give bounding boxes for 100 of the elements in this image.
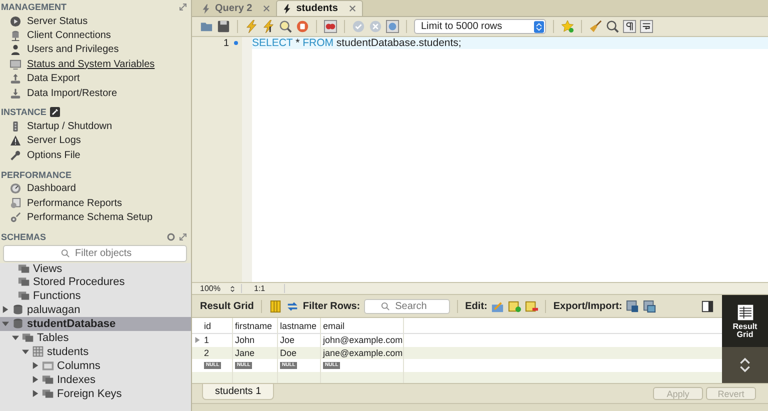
stepper-icon[interactable]	[230, 284, 235, 292]
database-icon	[10, 30, 21, 42]
folder-icon	[42, 388, 54, 400]
import-icon[interactable]	[643, 300, 656, 312]
auto-commit-icon[interactable]	[386, 20, 399, 33]
disclosure-triangle-icon[interactable]	[32, 390, 39, 398]
toggle-icon[interactable]	[324, 20, 337, 33]
pilcrow-icon[interactable]	[623, 20, 636, 33]
download-icon	[10, 88, 21, 99]
result-grid-button[interactable]: Result Grid	[722, 295, 768, 347]
close-icon[interactable]	[348, 5, 356, 12]
filter-field[interactable]: Filter objects	[3, 244, 187, 262]
tree-row[interactable]: Foreign Keys	[0, 386, 191, 401]
search-icon[interactable]	[606, 20, 619, 33]
sidebar-link[interactable]: Status and System Variables	[27, 58, 155, 70]
stepper-icon	[534, 20, 544, 32]
panel-toggle-icon[interactable]	[701, 300, 714, 312]
tree-item[interactable]: Stored Procedures	[33, 276, 125, 288]
lightning-icon[interactable]	[245, 20, 258, 33]
expand-icon[interactable]	[179, 3, 187, 11]
section-title: SCHEMAS	[1, 232, 48, 242]
disclosure-triangle-icon[interactable]	[32, 376, 39, 384]
folder-icon	[42, 374, 54, 386]
person-icon	[10, 44, 21, 56]
sidebar-link[interactable]: Users and Privileges	[27, 44, 119, 56]
export-icon[interactable]	[626, 300, 640, 312]
tree-row[interactable]: studentDatabase	[0, 316, 191, 331]
columns-folder-icon	[42, 360, 54, 372]
grid-icon	[736, 304, 754, 320]
filter-label: Filter Rows:	[302, 300, 360, 312]
tree-row[interactable]: Indexes	[0, 372, 191, 387]
database-icon	[12, 304, 24, 316]
columns-icon[interactable]	[268, 300, 282, 312]
edit-label: Edit:	[465, 300, 488, 312]
sidebar-link[interactable]: Dashboard	[27, 183, 76, 194]
sidebar-link[interactable]: Data Export	[27, 73, 80, 84]
save-icon[interactable]	[217, 20, 230, 33]
tree-row[interactable]: students	[0, 344, 191, 359]
sidebar-link[interactable]: Server Logs	[27, 135, 81, 146]
sidebar-link[interactable]: Performance Reports	[27, 198, 122, 209]
disclosure-triangle-icon[interactable]	[12, 334, 19, 342]
traffic-light-icon	[10, 121, 21, 132]
current-row-icon	[194, 337, 200, 344]
tree-item-label: studentDatabase	[27, 318, 116, 330]
export-import-label: Export/Import:	[553, 300, 622, 312]
search-field[interactable]: Search	[364, 298, 450, 314]
sidebar-link[interactable]: Performance Schema Setup	[27, 212, 153, 223]
table-icon	[32, 346, 44, 358]
search-icon	[381, 302, 390, 310]
sidebar-link[interactable]: Server Status	[27, 16, 88, 27]
upload-icon	[10, 73, 21, 84]
tree-row[interactable]: Tables	[0, 330, 191, 345]
close-icon[interactable]	[263, 5, 270, 12]
column-header[interactable]: id	[202, 318, 233, 333]
folder-icon	[18, 290, 30, 302]
sidebar-link[interactable]: Client Connections	[27, 30, 111, 42]
tree-row[interactable]: paluwagan	[0, 302, 191, 317]
column-header[interactable]: lastname	[278, 318, 321, 333]
disclosure-triangle-icon[interactable]	[2, 306, 9, 314]
query-tab[interactable]: Query 2	[196, 1, 276, 16]
folder-icon	[22, 332, 34, 344]
word-wrap-icon[interactable]	[640, 20, 653, 33]
search-icon	[61, 248, 70, 258]
delete-row-icon[interactable]	[525, 300, 538, 312]
section-title: PERFORMANCE	[1, 170, 73, 180]
column-header[interactable]: email	[321, 318, 404, 333]
section-title: MANAGEMENT	[1, 2, 68, 12]
disclosure-triangle-icon[interactable]	[32, 362, 39, 370]
folder-icon[interactable]	[200, 20, 213, 33]
add-row-icon[interactable]	[508, 300, 522, 312]
cursor-position: 1:1	[241, 284, 285, 293]
tree-item-label: Indexes	[57, 374, 96, 386]
tree-item[interactable]: Views	[33, 262, 62, 275]
folder-icon	[18, 263, 30, 274]
result-grid-title: Result Grid	[200, 300, 254, 312]
sidebar-link[interactable]: Options File	[27, 150, 80, 161]
tree-item-label: Foreign Keys	[57, 388, 122, 400]
tree-row[interactable]: Columns	[0, 358, 191, 373]
expand-icon[interactable]	[179, 232, 187, 241]
disclosure-triangle-icon[interactable]	[22, 348, 29, 356]
lightning-cursor-icon[interactable]	[262, 20, 275, 33]
stop-icon[interactable]	[296, 20, 309, 33]
magnifier-icon[interactable]	[279, 20, 292, 33]
query-tab[interactable]: students	[276, 0, 363, 16]
result-tab[interactable]: students 1	[202, 384, 274, 400]
tree-item[interactable]: Functions	[33, 290, 81, 302]
row-limit-dropdown[interactable]: Limit to 5000 rows	[414, 19, 546, 34]
table-row[interactable]: 2 Jane Doe jane@example.com	[192, 346, 722, 359]
monitor-icon	[10, 58, 21, 70]
broom-icon[interactable]	[589, 20, 602, 33]
sidebar-link[interactable]: Startup / Shutdown	[27, 121, 112, 132]
star-icon[interactable]	[561, 20, 574, 33]
chevrons-icon[interactable]	[739, 357, 751, 373]
column-header[interactable]: firstname	[233, 318, 278, 333]
section-title: INSTANCE	[1, 107, 46, 118]
report-icon	[10, 198, 21, 209]
sidebar-link[interactable]: Data Import/Restore	[27, 88, 118, 99]
disclosure-triangle-icon[interactable]	[2, 320, 9, 328]
zoom-level[interactable]: 100%	[192, 284, 230, 293]
check-circle-icon[interactable]	[352, 20, 365, 33]
